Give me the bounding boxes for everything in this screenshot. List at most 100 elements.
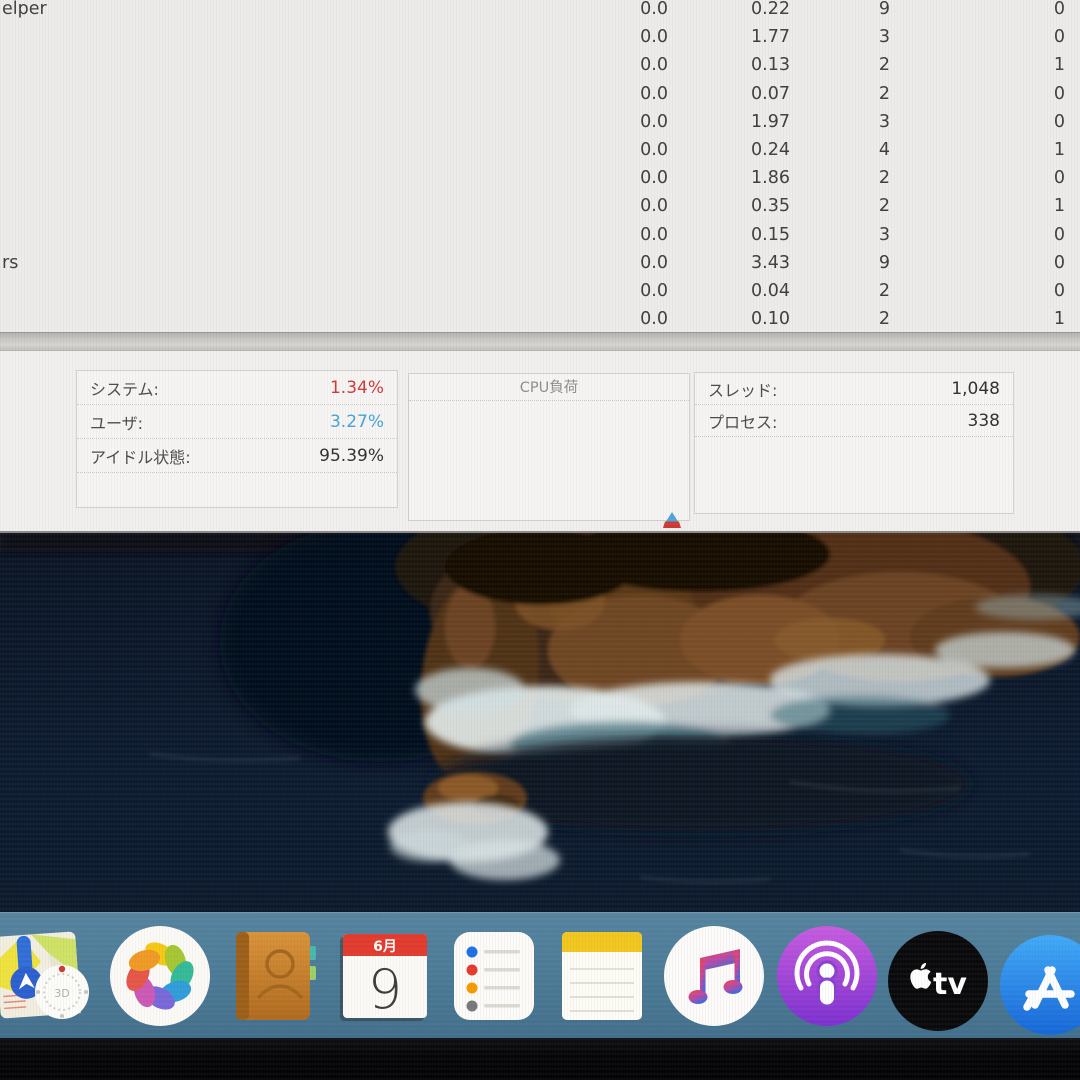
process-row[interactable]: 0.0 0.24 4 1 [0,136,1080,164]
process-cpu-time: 0.04 [680,277,790,305]
process-cpu-percent: 0.0 [558,23,668,51]
processes-row: プロセス: 338 [695,405,1013,437]
process-table: elper 0.0 0.22 9 0 0.0 1.77 3 0 0.0 0.13… [0,0,1080,333]
process-cpu-time: 1.97 [680,108,790,136]
threads-row: スレッド: 1,048 [695,373,1013,405]
process-cpu-percent: 0.0 [558,0,668,23]
process-name: elper [2,0,222,23]
process-row[interactable]: elper 0.0 0.22 9 0 [0,0,1080,23]
cpu-load-title: CPU負荷 [409,374,689,401]
idle-value: 95.39% [319,446,384,466]
calendar-month: 6月 [373,939,397,955]
dock: 3D [0,912,1080,1039]
process-idle-wakeups: 0 [975,23,1065,51]
process-cpu-percent: 0.0 [558,164,668,192]
system-value: 1.34% [330,378,384,398]
process-cpu-time: 1.86 [680,164,790,192]
process-threads: 3 [800,23,890,51]
process-row[interactable]: 0.0 1.77 3 0 [0,23,1080,51]
process-cpu-percent: 0.0 [558,305,668,333]
user-label: ユーザ: [90,410,143,434]
process-threads: 2 [800,277,890,305]
reminders-icon[interactable] [442,924,546,1028]
process-idle-wakeups: 0 [975,249,1065,277]
threads-label: スレッド: [708,377,777,401]
apple-tv-label: tv [933,967,967,1002]
process-row[interactable]: 0.0 0.04 2 0 [0,277,1080,305]
notes-icon[interactable] [550,924,654,1028]
threads-processes-box: スレッド: 1,048 プロセス: 338 [694,372,1014,514]
process-threads: 4 [800,136,890,164]
cpu-usage-stats-box: システム: 1.34% ユーザ: 3.27% アイドル状態: 95.39% [76,370,398,508]
process-idle-wakeups: 1 [975,305,1065,333]
process-row[interactable]: 0.0 0.10 2 1 [0,305,1080,333]
process-cpu-percent: 0.0 [558,108,668,136]
process-cpu-time: 0.22 [680,0,790,23]
process-threads: 2 [800,164,890,192]
process-idle-wakeups: 0 [975,108,1065,136]
process-cpu-time: 0.15 [680,221,790,249]
process-cpu-time: 0.24 [680,136,790,164]
process-cpu-time: 3.43 [680,249,790,277]
process-threads: 9 [800,0,890,23]
process-cpu-percent: 0.0 [558,249,668,277]
process-row[interactable]: 0.0 0.15 3 0 [0,221,1080,249]
contacts-icon[interactable] [220,924,324,1028]
process-row[interactable]: 0.0 1.97 3 0 [0,108,1080,136]
process-cpu-percent: 0.0 [558,51,668,79]
process-idle-wakeups: 0 [975,0,1065,23]
process-threads: 2 [800,51,890,79]
process-cpu-percent: 0.0 [558,277,668,305]
process-idle-wakeups: 1 [975,51,1065,79]
system-cpu-row: システム: 1.34% [77,371,397,405]
process-row[interactable]: 0.0 0.07 2 0 [0,80,1080,108]
cpu-load-spike [659,509,685,529]
apple-tv-icon[interactable]: tv [886,929,990,1033]
cpu-load-graph-box: CPU負荷 [408,373,690,521]
podcasts-icon[interactable] [775,924,879,1028]
user-value: 3.27% [330,412,384,432]
process-row[interactable]: 0.0 0.13 2 1 [0,51,1080,79]
process-threads: 9 [800,249,890,277]
cpu-summary-pane: システム: 1.34% ユーザ: 3.27% アイドル状態: 95.39% CP… [0,350,1080,533]
app-store-icon[interactable] [998,933,1080,1037]
idle-cpu-row: アイドル状態: 95.39% [77,439,397,473]
process-idle-wakeups: 0 [975,164,1065,192]
process-idle-wakeups: 0 [975,277,1065,305]
photos-icon[interactable] [108,924,212,1028]
process-idle-wakeups: 1 [975,192,1065,220]
photographed-mac-screen: elper 0.0 0.22 9 0 0.0 1.77 3 0 0.0 0.13… [0,0,1080,1080]
processes-label: プロセス: [708,409,777,433]
process-cpu-time: 0.10 [680,305,790,333]
process-cpu-percent: 0.0 [558,80,668,108]
process-cpu-percent: 0.0 [558,192,668,220]
process-row[interactable]: 0.0 0.35 2 1 [0,192,1080,220]
music-icon[interactable] [662,924,766,1028]
process-threads: 3 [800,108,890,136]
process-row[interactable]: 0.0 1.86 2 0 [0,164,1080,192]
process-cpu-time: 0.13 [680,51,790,79]
calendar-day: 9 [368,958,402,1021]
process-threads: 3 [800,221,890,249]
system-label: システム: [90,376,159,400]
process-idle-wakeups: 1 [975,136,1065,164]
process-idle-wakeups: 0 [975,80,1065,108]
threads-value: 1,048 [951,379,1000,399]
user-cpu-row: ユーザ: 3.27% [77,405,397,439]
processes-value: 338 [968,411,1000,431]
idle-label: アイドル状態: [90,444,191,468]
process-cpu-time: 0.07 [680,80,790,108]
process-threads: 2 [800,80,890,108]
horizontal-scrollbar[interactable] [0,332,1080,351]
svg-text:3D: 3D [54,987,69,1000]
process-threads: 2 [800,192,890,220]
process-cpu-percent: 0.0 [558,136,668,164]
process-cpu-time: 1.77 [680,23,790,51]
process-row[interactable]: rs 0.0 3.43 9 0 [0,249,1080,277]
process-cpu-percent: 0.0 [558,221,668,249]
screen-bezel [0,1038,1080,1080]
process-name: rs [2,249,222,277]
process-threads: 2 [800,305,890,333]
maps-icon[interactable]: 3D [0,924,94,1028]
calendar-icon[interactable]: 6月 9 [333,924,437,1028]
